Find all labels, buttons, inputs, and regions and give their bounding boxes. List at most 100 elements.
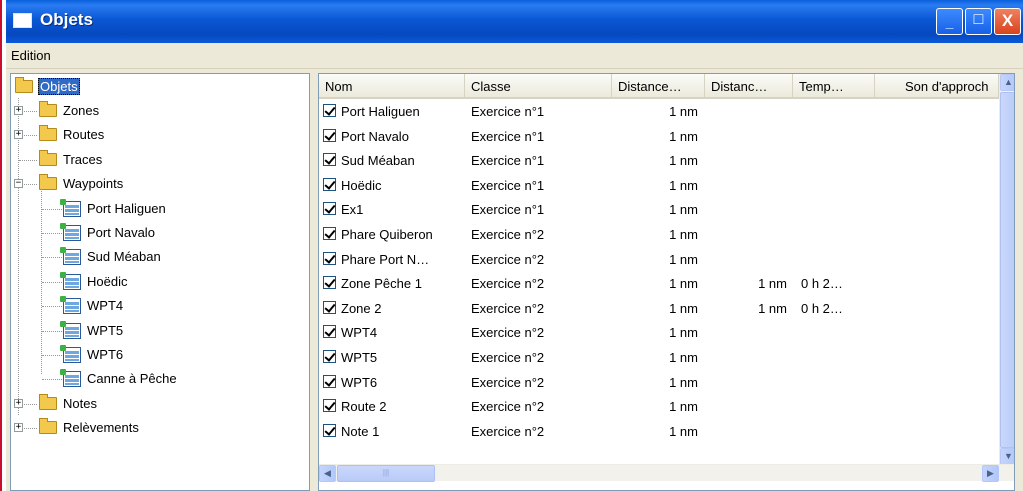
cell-classe: Exercice n°2 — [471, 300, 545, 316]
cell-distance: 1 nm — [669, 177, 698, 193]
scroll-up-button[interactable]: ▲ — [1000, 74, 1014, 91]
tree-node[interactable]: + Zones — [11, 100, 306, 122]
table-row[interactable]: Ex1 Exercice n°1 1 nm — [319, 198, 999, 220]
table-row[interactable]: WPT4 Exercice n°2 1 nm — [319, 321, 999, 343]
tree-node[interactable]: WPT6 — [11, 344, 306, 366]
column-header-temps[interactable]: Temp… — [793, 74, 875, 99]
expand-icon[interactable]: + — [14, 106, 23, 115]
cell-distance: 1 nm — [669, 423, 698, 439]
column-header-son[interactable]: Son d'approch — [875, 74, 999, 99]
table-row[interactable]: Phare Quiberon Exercice n°2 1 nm — [319, 223, 999, 245]
visibility-checkbox[interactable] — [323, 177, 336, 191]
tree-node[interactable]: Sud Méaban — [11, 246, 306, 268]
tree-connector — [42, 281, 62, 283]
tree-node[interactable]: Canne à Pêche — [11, 368, 306, 390]
table-row[interactable]: Zone 2 Exercice n°2 1 nm 1 nm 0 h 2… — [319, 297, 999, 319]
tree-node-label: Sud Méaban — [87, 249, 161, 265]
table-row[interactable]: WPT6 Exercice n°2 1 nm — [319, 371, 999, 393]
visibility-checkbox[interactable] — [323, 227, 336, 240]
scroll-right-icon: ▶ — [987, 468, 994, 478]
horizontal-scroll-thumb[interactable]: ||| — [337, 465, 435, 482]
column-header-classe[interactable]: Classe — [465, 74, 612, 99]
expand-icon[interactable]: + — [14, 130, 23, 140]
scroll-right-button[interactable]: ▶ — [982, 465, 999, 482]
visibility-checkbox[interactable] — [323, 374, 336, 388]
tree-connector — [42, 208, 62, 210]
tree-node[interactable]: WPT4 — [11, 295, 306, 317]
visibility-checkbox[interactable] — [323, 399, 336, 413]
table-row[interactable]: WPT5 Exercice n°2 1 nm — [319, 346, 999, 368]
visibility-checkbox[interactable] — [323, 300, 336, 314]
table-row[interactable]: Port Haliguen Exercice n°1 1 nm — [319, 100, 999, 122]
column-header-nom[interactable]: Nom — [319, 74, 465, 99]
cell-distance: 1 nm — [669, 325, 698, 341]
expand-icon[interactable]: + — [14, 398, 23, 408]
tree-node[interactable]: Port Navalo — [11, 222, 306, 244]
scroll-left-button[interactable]: ◀ — [319, 465, 336, 482]
visibility-checkbox[interactable] — [323, 128, 336, 142]
table-row[interactable]: Phare Port N… Exercice n°2 1 nm — [319, 248, 999, 270]
waypoint-icon — [60, 271, 81, 290]
tree-node[interactable]: − Waypoints — [11, 173, 306, 195]
tree-node[interactable]: + Notes — [11, 393, 306, 415]
close-button[interactable]: X — [994, 8, 1021, 35]
tree-node[interactable]: Port Haliguen — [11, 198, 306, 220]
tree-root[interactable]: Objets — [13, 76, 303, 98]
cell-distance: 1 nm — [669, 153, 698, 169]
tree-node[interactable]: WPT5 — [11, 320, 306, 342]
cell-classe: Exercice n°1 — [471, 202, 545, 218]
column-header-distance[interactable]: Distance… — [612, 74, 705, 99]
menu-edition[interactable]: Edition — [11, 48, 51, 63]
menu-bar: Edition — [6, 43, 1023, 69]
tree-connector — [42, 330, 62, 332]
tree-node[interactable]: + Relèvements — [11, 417, 306, 439]
tree-node-label: Relèvements — [63, 420, 139, 436]
vertical-scrollbar[interactable]: ▲ ▼ — [999, 74, 1014, 465]
waypoint-icon — [60, 369, 81, 388]
table-row[interactable]: Hoëdic Exercice n°1 1 nm — [319, 174, 999, 196]
visibility-checkbox[interactable] — [323, 202, 336, 216]
waypoint-icon — [60, 345, 81, 363]
object-list[interactable]: Nom Classe Distance… Distanc… Temp… Son … — [318, 73, 1015, 491]
visibility-checkbox[interactable] — [323, 325, 336, 339]
expand-icon[interactable]: + — [14, 423, 23, 433]
visibility-checkbox[interactable] — [323, 251, 336, 265]
cell-nom: Zone 2 — [341, 300, 382, 316]
object-tree[interactable]: Objets + Zones + Routes Traces − Waypoints Port… — [10, 73, 310, 491]
collapse-icon[interactable]: − — [14, 179, 23, 189]
minimize-button[interactable]: _ — [936, 8, 963, 35]
visibility-checkbox[interactable] — [323, 350, 336, 363]
visibility-checkbox[interactable] — [323, 423, 336, 437]
waypoint-icon — [60, 223, 81, 241]
cell-distance: 1 nm — [669, 276, 698, 292]
scroll-down-button[interactable]: ▼ — [1000, 448, 1014, 465]
cell-classe: Exercice n°2 — [471, 399, 545, 415]
tree-node-label: Routes — [63, 127, 105, 143]
cell-distance: 1 nm — [669, 227, 698, 242]
cell-classe: Exercice n°1 — [471, 128, 545, 144]
visibility-checkbox[interactable] — [323, 276, 336, 290]
cell-distance: 1 nm — [669, 374, 698, 390]
horizontal-scrollbar[interactable]: ◀ ||| ▶ — [319, 464, 1014, 482]
cell-classe: Exercice n°2 — [471, 350, 545, 365]
cell-distance: 1 nm — [669, 128, 698, 144]
column-header-distance-2[interactable]: Distanc… — [705, 74, 793, 99]
cell-nom: WPT4 — [341, 325, 378, 341]
title-bar[interactable]: Objets _ □ X — [6, 0, 1023, 43]
grip-icon: ||| — [382, 468, 390, 477]
vertical-scroll-thumb[interactable] — [1000, 92, 1014, 448]
table-row[interactable]: Zone Pêche 1 Exercice n°2 1 nm 1 nm 0 h 2… — [319, 272, 999, 294]
table-row[interactable]: Sud Méaban Exercice n°1 1 nm — [319, 149, 999, 171]
visibility-checkbox[interactable] — [323, 104, 336, 117]
tree-node-label: WPT4 — [87, 298, 124, 314]
table-row[interactable]: Port Navalo Exercice n°1 1 nm — [319, 125, 999, 147]
tree-node[interactable]: Hoëdic — [11, 271, 306, 293]
table-row[interactable]: Route 2 Exercice n°2 1 nm — [319, 395, 999, 417]
tree-node[interactable]: Traces — [11, 149, 306, 171]
visibility-checkbox[interactable] — [323, 153, 336, 167]
tree-node[interactable]: + Routes — [11, 124, 306, 146]
table-row[interactable]: Note 1 Exercice n°2 1 nm — [319, 420, 999, 442]
window-icon — [13, 13, 32, 28]
maximize-button[interactable]: □ — [965, 8, 992, 35]
tree-node-label: Port Haliguen — [87, 200, 166, 216]
